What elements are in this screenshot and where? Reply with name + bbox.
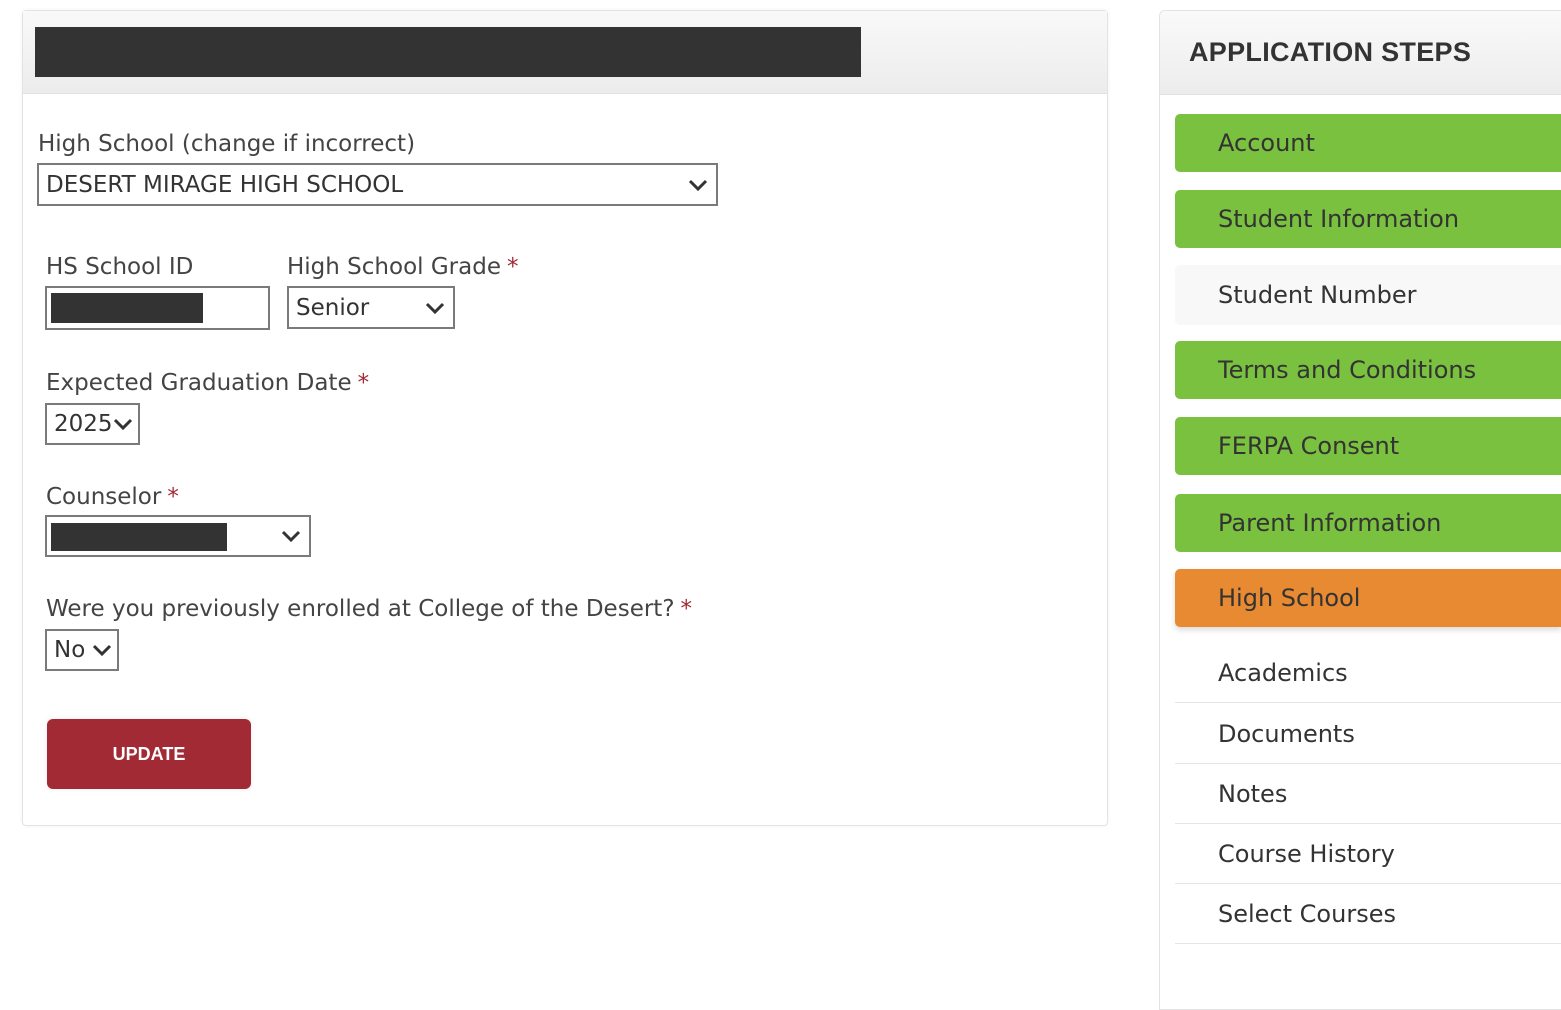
required-asterisk: * [680, 596, 693, 622]
grad-date-label: Expected Graduation Date * [46, 370, 369, 396]
step-label: Account [1218, 129, 1315, 157]
grad-date-label-text: Expected Graduation Date [46, 370, 352, 396]
hs-school-id-label: HS School ID [46, 254, 194, 280]
chevron-down-icon [425, 302, 445, 314]
chevron-down-icon [281, 530, 301, 543]
high-school-label: High School (change if incorrect) [38, 131, 416, 157]
redacted-panel-title [35, 27, 861, 77]
step-course-history[interactable]: Course History [1175, 824, 1561, 884]
required-asterisk: * [357, 370, 370, 396]
step-academics[interactable]: Academics [1175, 643, 1561, 703]
update-button[interactable]: UPDATE [47, 719, 251, 789]
prev-enrolled-value: No [54, 637, 86, 663]
step-label: Academics [1218, 658, 1348, 687]
step-documents[interactable]: Documents [1175, 704, 1561, 764]
prev-enrolled-label-text: Were you previously enrolled at College … [46, 596, 675, 622]
grade-label: High School Grade * [287, 254, 518, 280]
grad-date-select[interactable]: 2025 [45, 403, 140, 445]
high-school-select[interactable]: DESERT MIRAGE HIGH SCHOOL [37, 163, 718, 206]
step-label: High School [1218, 584, 1361, 612]
chevron-down-icon [92, 644, 112, 657]
step-label: Select Courses [1218, 899, 1396, 928]
counselor-label-text: Counselor [46, 484, 162, 510]
step-label: Documents [1218, 719, 1355, 748]
counselor-label: Counselor * [46, 484, 179, 510]
prev-enrolled-select[interactable]: No [45, 629, 119, 671]
prev-enrolled-label: Were you previously enrolled at College … [46, 596, 692, 622]
redacted-school-id [51, 293, 203, 323]
chevron-down-icon [688, 179, 708, 191]
step-high-school[interactable]: High School [1175, 569, 1561, 627]
grade-value: Senior [296, 294, 370, 321]
step-label: Student Information [1218, 205, 1460, 233]
step-parent-information[interactable]: Parent Information [1175, 494, 1561, 552]
hs-school-id-input[interactable] [45, 286, 270, 330]
chevron-down-icon [113, 418, 133, 431]
step-terms-and-conditions[interactable]: Terms and Conditions [1175, 341, 1561, 399]
required-asterisk: * [506, 254, 519, 280]
step-select-courses[interactable]: Select Courses [1175, 884, 1561, 944]
steps-title: APPLICATION STEPS [1189, 37, 1472, 67]
step-account[interactable]: Account [1175, 114, 1561, 172]
step-label: Notes [1218, 779, 1288, 808]
step-student-number[interactable]: Student Number [1175, 265, 1561, 325]
grade-select[interactable]: Senior [287, 286, 455, 329]
redacted-counselor-name [51, 523, 227, 551]
steps-header: APPLICATION STEPS [1160, 11, 1561, 95]
step-ferpa-consent[interactable]: FERPA Consent [1175, 417, 1561, 475]
counselor-select[interactable] [45, 515, 311, 557]
step-label: Course History [1218, 839, 1395, 868]
step-label: FERPA Consent [1218, 432, 1400, 460]
required-asterisk: * [167, 484, 179, 510]
panel-header [23, 11, 1107, 94]
grade-label-text: High School Grade [287, 254, 501, 280]
grad-date-value: 2025 [54, 411, 113, 437]
step-student-information[interactable]: Student Information [1175, 190, 1561, 248]
step-notes[interactable]: Notes [1175, 764, 1561, 824]
step-label: Student Number [1218, 281, 1417, 309]
high-school-value: DESERT MIRAGE HIGH SCHOOL [46, 171, 404, 198]
step-label: Terms and Conditions [1218, 356, 1477, 384]
step-label: Parent Information [1218, 509, 1442, 537]
